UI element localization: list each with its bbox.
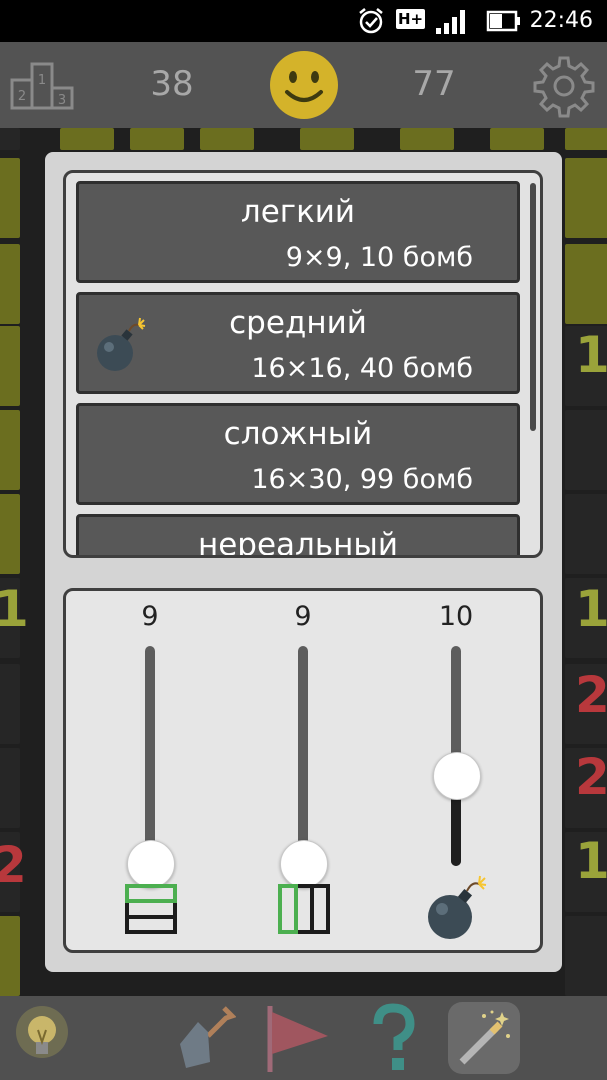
- level-name: легкий: [240, 194, 356, 230]
- clock: 22:46: [529, 8, 593, 33]
- cell-number: 2: [575, 666, 607, 724]
- network-type-icon: H+: [396, 9, 426, 29]
- battery-icon: [486, 10, 520, 32]
- top-bar: 1 2 3 38 77: [0, 42, 607, 128]
- lightbulb-icon[interactable]: [10, 1002, 74, 1074]
- status-bar: H+ 22:46: [0, 0, 607, 42]
- board-cell[interactable]: [565, 494, 607, 574]
- signal-icon: [436, 10, 465, 34]
- board-cell[interactable]: [0, 158, 20, 238]
- board-cell[interactable]: [400, 128, 454, 150]
- board-cell[interactable]: [565, 128, 607, 150]
- rows-slider[interactable]: [127, 646, 175, 888]
- cell-number: 1: [575, 326, 607, 384]
- magic-wand-icon: [459, 1010, 510, 1065]
- bottom-toolbar: [0, 996, 607, 1080]
- svg-text:1: 1: [38, 73, 46, 88]
- bombs-slider[interactable]: [433, 646, 481, 866]
- cell-number: 1: [575, 580, 607, 638]
- smiley-icon[interactable]: [269, 50, 339, 120]
- bomb-icon: [428, 875, 487, 939]
- difficulty-list[interactable]: легкий 9×9, 10 бомб средний 16×16, 40 бо…: [63, 170, 543, 558]
- level-desc: 9×9, 10 бомб: [285, 242, 473, 273]
- board-cell[interactable]: [0, 916, 20, 996]
- board-cell[interactable]: [565, 244, 607, 324]
- board-cell[interactable]: [0, 244, 20, 324]
- time-counter: 38: [150, 64, 194, 104]
- list-scrollbar[interactable]: [530, 183, 536, 431]
- magic-wand-button[interactable]: [448, 1002, 520, 1074]
- level-easy[interactable]: легкий 9×9, 10 бомб: [76, 181, 520, 283]
- alarm-icon: [359, 8, 383, 34]
- board-cell[interactable]: [0, 128, 20, 150]
- level-desc: 16×30, 99 бомб: [251, 464, 473, 495]
- level-unreal[interactable]: нереальный: [76, 514, 520, 558]
- board-cell[interactable]: [565, 410, 607, 490]
- rows-value: 9: [141, 601, 159, 632]
- svg-text:2: 2: [18, 89, 26, 104]
- columns-slider-thumb[interactable]: [280, 840, 328, 888]
- board-cell[interactable]: [0, 326, 20, 406]
- level-name: сложный: [223, 416, 373, 452]
- svg-text:3: 3: [58, 93, 66, 108]
- level-name: нереальный: [197, 527, 399, 558]
- board-cell[interactable]: [0, 494, 20, 574]
- question-icon[interactable]: [368, 1002, 418, 1074]
- leaderboard-icon[interactable]: 1 2 3: [10, 58, 74, 112]
- columns-icon: [278, 884, 330, 934]
- cell-number: 1: [0, 580, 29, 638]
- rows-icon: [125, 884, 177, 934]
- cell-number: 1: [575, 832, 607, 890]
- board-cell[interactable]: [565, 916, 607, 996]
- shovel-icon[interactable]: [172, 1002, 236, 1074]
- custom-settings-panel: 9 9 10: [63, 588, 543, 953]
- board-cell[interactable]: [300, 128, 354, 150]
- mine-counter: 77: [412, 64, 456, 104]
- bombs-value: 10: [438, 601, 474, 632]
- board-cell[interactable]: [0, 664, 20, 744]
- level-name: средний: [229, 305, 367, 341]
- level-medium[interactable]: средний 16×16, 40 бомб: [76, 292, 520, 394]
- board-cell[interactable]: [60, 128, 114, 150]
- cell-number: 2: [575, 748, 607, 806]
- board-cell[interactable]: [490, 128, 544, 150]
- columns-value: 9: [294, 601, 312, 632]
- level-desc: 16×16, 40 бомб: [251, 353, 473, 384]
- bombs-slider-thumb[interactable]: [433, 752, 481, 800]
- board-cell[interactable]: [565, 158, 607, 238]
- flag-icon[interactable]: [262, 1002, 332, 1074]
- board-cell[interactable]: [0, 410, 20, 490]
- rows-slider-thumb[interactable]: [127, 840, 175, 888]
- gear-icon[interactable]: [532, 54, 596, 118]
- level-hard[interactable]: сложный 16×30, 99 бомб: [76, 403, 520, 505]
- board-cell[interactable]: [200, 128, 254, 150]
- columns-slider[interactable]: [280, 646, 328, 888]
- cell-number: 2: [0, 836, 27, 894]
- board-cell[interactable]: [0, 748, 20, 828]
- board-cell[interactable]: [130, 128, 184, 150]
